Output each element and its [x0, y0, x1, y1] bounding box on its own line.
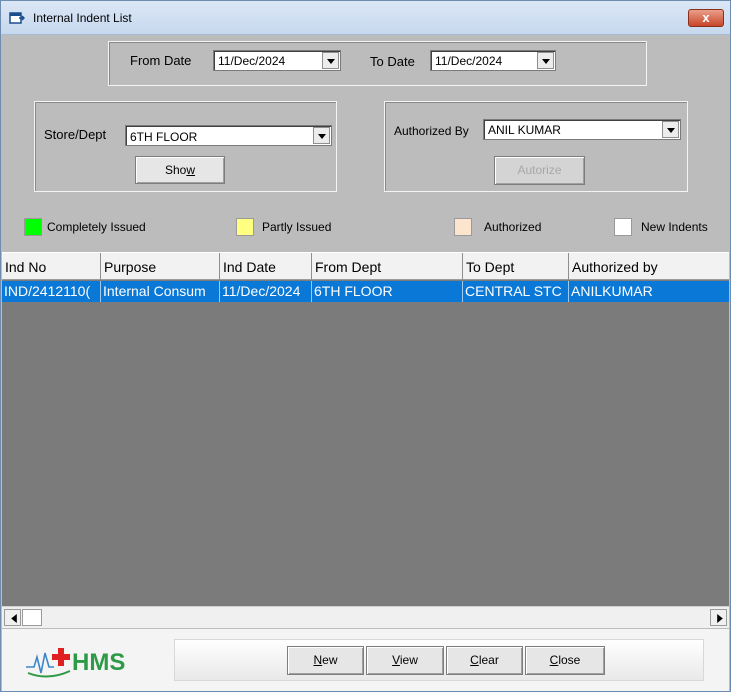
authorized-by-value: ANIL KUMAR — [488, 123, 561, 137]
action-button-bar: New View Clear Close — [174, 639, 704, 681]
footer-bar: HMS New View Clear Close — [2, 629, 729, 691]
authorized-by-label: Authorized By — [394, 124, 469, 138]
cell-from-dept: 6TH FLOOR — [312, 281, 463, 302]
column-header-to-dept[interactable]: To Dept — [463, 253, 569, 280]
store-dept-group: Store/Dept 6TH FLOOR Show — [34, 101, 337, 192]
to-date-label: To Date — [370, 54, 415, 69]
authorized-by-dropdown-button[interactable] — [662, 121, 679, 138]
arrow-left-icon — [11, 614, 17, 623]
table-row[interactable]: IND/2412110( Internal Consum 11/Dec/2024… — [2, 281, 729, 302]
hms-logo-text: HMS — [72, 649, 126, 676]
from-date-picker[interactable]: 11/Dec/2024 — [213, 50, 341, 71]
legend-authorized-swatch — [454, 218, 472, 236]
show-button-label: Sho — [164, 163, 187, 177]
legend-partly-issued-swatch — [236, 218, 254, 236]
close-button[interactable]: Close — [525, 646, 605, 675]
column-header-ind-date[interactable]: Ind Date — [220, 253, 312, 280]
store-dept-select[interactable]: 6TH FLOOR — [125, 125, 332, 146]
chevron-down-icon — [542, 59, 550, 64]
column-header-from-dept[interactable]: From Dept — [312, 253, 463, 280]
close-window-button[interactable]: x — [688, 9, 724, 27]
window-app-icon — [9, 11, 26, 25]
clear-button[interactable]: Clear — [446, 646, 523, 675]
legend-completely-issued-label: Completely Issued — [47, 220, 146, 234]
legend-new-indents-label: New Indents — [641, 220, 708, 234]
autorize-button[interactable]: Autorize — [494, 156, 585, 185]
cell-to-dept: CENTRAL STC — [463, 281, 569, 302]
authorized-by-select[interactable]: ANIL KUMAR — [483, 119, 681, 140]
from-date-value: 11/Dec/2024 — [218, 54, 286, 68]
chevron-down-icon — [318, 134, 326, 139]
column-header-ind-no[interactable]: Ind No — [2, 253, 101, 280]
to-date-value: 11/Dec/2024 — [435, 54, 503, 68]
chevron-down-icon — [327, 59, 335, 64]
column-header-purpose[interactable]: Purpose — [101, 253, 220, 280]
new-button-accel: N — [313, 653, 323, 667]
store-dept-dropdown-button[interactable] — [313, 127, 330, 144]
chevron-down-icon — [667, 128, 675, 133]
hms-logo-icon — [24, 645, 72, 679]
view-button-label: iew — [399, 653, 418, 667]
authorization-group: Authorized By ANIL KUMAR Autorize — [384, 101, 688, 192]
scroll-right-button[interactable] — [710, 609, 727, 626]
show-button-accel: w — [186, 163, 196, 177]
store-dept-label: Store/Dept — [44, 127, 107, 142]
new-button-label: ew — [322, 653, 338, 667]
horizontal-scrollbar[interactable] — [2, 606, 729, 628]
legend-authorized-label: Authorized — [484, 220, 542, 234]
internal-indent-list-window: Internal Indent List x From Date 11/Dec/… — [0, 0, 731, 692]
scroll-thumb[interactable] — [22, 609, 42, 626]
to-date-dropdown-button[interactable] — [537, 52, 554, 69]
title-bar: Internal Indent List x — [1, 1, 730, 35]
legend-new-indents-swatch — [614, 218, 632, 236]
from-date-dropdown-button[interactable] — [322, 52, 339, 69]
store-dept-value: 6TH FLOOR — [130, 130, 198, 144]
to-date-picker[interactable]: 11/Dec/2024 — [430, 50, 556, 71]
cell-ind-date: 11/Dec/2024 — [220, 281, 312, 302]
scroll-left-button[interactable] — [4, 609, 21, 626]
legend-partly-issued-label: Partly Issued — [262, 220, 332, 234]
show-button[interactable]: Show — [135, 156, 225, 184]
legend-completely-issued-swatch — [24, 218, 42, 236]
column-header-authorized-by[interactable]: Authorized by — [569, 253, 729, 280]
close-button-label: lose — [558, 653, 581, 667]
cell-ind-no: IND/2412110( — [2, 281, 101, 302]
date-range-group: From Date 11/Dec/2024 To Date 11/Dec/202… — [108, 41, 647, 86]
grid-header: Ind No Purpose Ind Date From Dept To Dep… — [2, 253, 729, 280]
cell-authorized-by: ANILKUMAR — [571, 283, 653, 299]
clear-button-label: lear — [478, 653, 499, 667]
cell-purpose: Internal Consum — [101, 281, 220, 302]
view-button-accel: V — [392, 653, 400, 667]
view-button[interactable]: View — [366, 646, 444, 675]
new-button[interactable]: New — [287, 646, 364, 675]
arrow-right-icon — [717, 614, 723, 623]
indent-grid[interactable]: Ind No Purpose Ind Date From Dept To Dep… — [2, 252, 729, 628]
window-title: Internal Indent List — [33, 11, 132, 25]
clear-button-accel: C — [470, 653, 479, 667]
from-date-label: From Date — [130, 53, 192, 68]
